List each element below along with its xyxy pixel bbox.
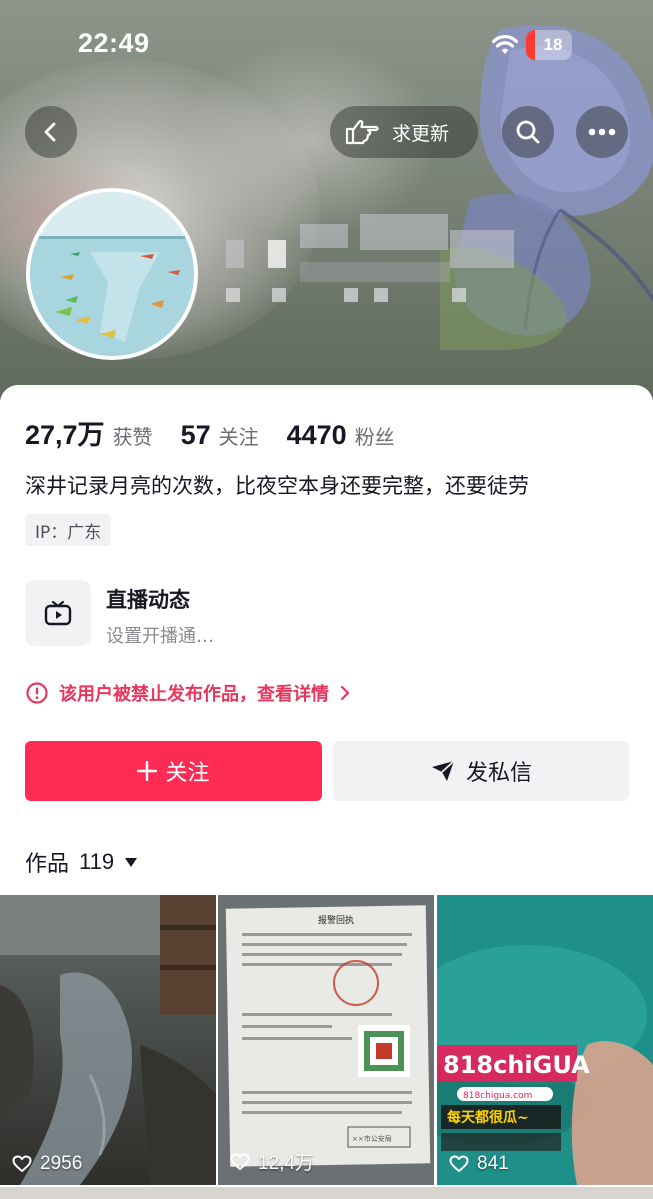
heart-outline-icon — [449, 1155, 469, 1172]
next-row-preview — [0, 1187, 653, 1199]
live-updates-icon-box[interactable] — [25, 580, 91, 646]
follow-label: 关注 — [165, 761, 210, 786]
heart-outline-icon — [12, 1155, 32, 1172]
battery-level: 18 — [543, 35, 563, 54]
following-label[interactable]: 关注 — [219, 421, 259, 450]
underwater-thumbnail: 818chiGUA 818chigua.com 每天都很瓜~ — [437, 895, 653, 1185]
send-icon — [431, 760, 455, 781]
ad-slogan-text: 每天都很瓜~ — [447, 1109, 529, 1126]
avatar[interactable] — [26, 188, 198, 360]
work-1-likes-count: 2956 — [40, 1153, 83, 1174]
muddy-road-thumbnail — [0, 895, 216, 1185]
work-tile-1[interactable]: 2956 — [0, 895, 216, 1185]
receipt-title: 报警回执 — [318, 914, 354, 926]
tv-icon — [44, 600, 72, 626]
live-updates-subtitle: 设置开播通… — [106, 626, 214, 647]
ad-site-text: 818chigua.com — [463, 1091, 532, 1101]
works-count: 119 — [79, 849, 115, 874]
works-tab[interactable]: 作品 119 — [25, 846, 138, 878]
fish-tank-avatar-image — [30, 192, 194, 356]
following-count[interactable]: 57 — [181, 420, 211, 451]
police-receipt-thumbnail: 报警回执 ××市公安局 — [218, 895, 434, 1185]
request-update-label: 求更新 — [392, 122, 450, 145]
ban-notice-text[interactable]: 该用户被禁止发布作品，查看详情 — [59, 680, 329, 706]
receipt-stamp: ××市公安局 — [352, 1134, 392, 1143]
search-icon — [516, 120, 540, 144]
work-3-likes-count: 841 — [477, 1153, 509, 1174]
work-tile-3[interactable]: 818chiGUA 818chigua.com 每天都很瓜~ 841 — [437, 895, 653, 1185]
work-tile-2[interactable]: 报警回执 ××市公安局 12,4万 — [218, 895, 434, 1185]
live-updates-title[interactable]: 直播动态 — [106, 584, 190, 614]
ban-notice[interactable]: 该用户被禁止发布作品，查看详情 — [25, 680, 351, 706]
message-button[interactable]: 发私信 — [333, 741, 629, 801]
more-button[interactable] — [576, 106, 628, 158]
followers-count[interactable]: 4470 — [287, 420, 347, 451]
message-label: 发私信 — [465, 761, 532, 786]
profile-bio: 深井记录月亮的次数，比夜空本身还要完整，还要徒劳 — [25, 474, 529, 498]
wifi-icon — [492, 35, 518, 54]
request-update-button[interactable]: 求更新 — [330, 106, 478, 158]
battery-indicator: 18 — [526, 30, 572, 60]
butterfly-cover-image — [440, 25, 653, 350]
work-3-likes: 841 — [449, 1153, 509, 1175]
follow-button[interactable]: 关注 — [25, 741, 322, 801]
works-label: 作品 — [25, 852, 70, 877]
followers-label[interactable]: 粉丝 — [355, 421, 395, 450]
caret-down-icon — [125, 858, 138, 867]
heart-outline-icon — [230, 1153, 250, 1170]
work-2-likes-count: 12,4万 — [258, 1153, 314, 1174]
search-button[interactable] — [502, 106, 554, 158]
ad-brand-text: 818chiGUA — [443, 1051, 590, 1079]
chevron-left-icon — [44, 122, 56, 142]
back-button[interactable] — [25, 106, 77, 158]
work-2-likes: 12,4万 — [230, 1148, 314, 1175]
plus-icon — [137, 761, 158, 781]
likes-label: 获赞 — [112, 425, 153, 449]
likes-count: 27,7万 — [25, 420, 105, 450]
warning-icon — [26, 682, 48, 704]
ip-location-tag: IP：广东 — [25, 514, 112, 546]
pointing-hand-icon — [345, 120, 379, 145]
work-1-likes: 2956 — [12, 1153, 82, 1175]
more-icon — [588, 128, 616, 136]
status-time: 22:49 — [78, 28, 150, 58]
chevron-right-icon — [340, 685, 350, 701]
status-indicators: 18 — [492, 30, 572, 60]
profile-stats: 27,7万 获赞 57 关注 4470 粉丝 — [25, 413, 423, 452]
